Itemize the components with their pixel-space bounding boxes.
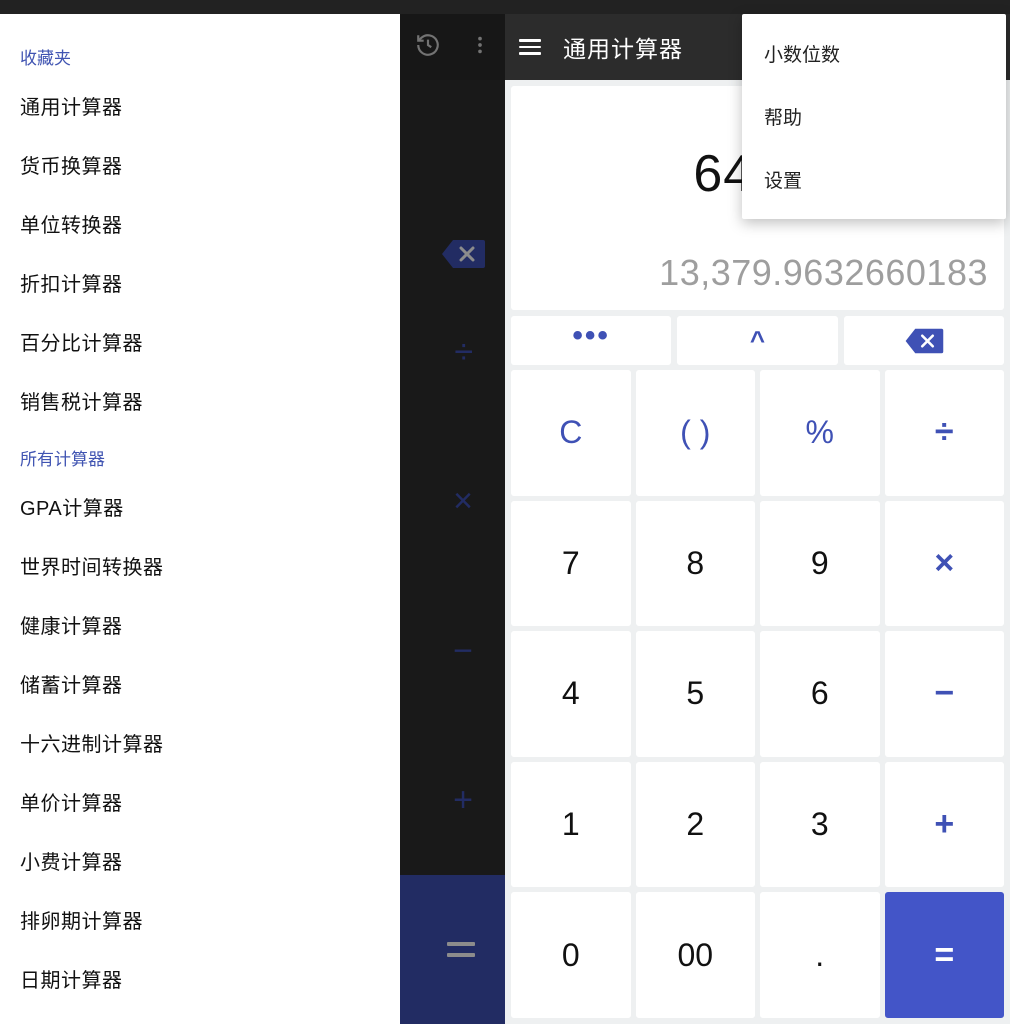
all-calcs-header: 所有计算器 [20, 445, 380, 470]
menu-item-decimals[interactable]: 小数位数 [742, 22, 1006, 85]
history-icon [415, 32, 441, 63]
overflow-menu: 小数位数 帮助 设置 [742, 14, 1006, 219]
result-value: 13,379.9632660183 [659, 252, 988, 294]
equals-key-dimmed [400, 875, 505, 1024]
key-clear[interactable]: C [511, 370, 631, 496]
key-2[interactable]: 2 [636, 762, 756, 888]
navigation-drawer: 收藏夹 通用计算器 货币换算器 单位转换器 折扣计算器 百分比计算器 销售税计算… [0, 14, 400, 1024]
drawer-item[interactable]: 销售税计算器 [20, 386, 380, 415]
drawer-item[interactable]: 单价计算器 [20, 787, 380, 816]
key-3[interactable]: 3 [760, 762, 880, 888]
status-bar [0, 0, 505, 14]
status-bar [505, 0, 1010, 14]
key-6[interactable]: 6 [760, 631, 880, 757]
drawer-item[interactable]: 储蓄计算器 [20, 669, 380, 698]
more-functions-button[interactable]: ••• [511, 316, 671, 365]
key-1[interactable]: 1 [511, 762, 631, 888]
minus-key-dimmed: − [400, 577, 505, 726]
drawer-item[interactable]: 通用计算器 [20, 91, 380, 120]
key-percent[interactable]: % [760, 370, 880, 496]
key-multiply[interactable]: × [885, 501, 1005, 627]
key-9[interactable]: 9 [760, 501, 880, 627]
menu-item-help[interactable]: 帮助 [742, 85, 1006, 148]
key-7[interactable]: 7 [511, 501, 631, 627]
drawer-item[interactable]: 折扣计算器 [20, 268, 380, 297]
key-equals[interactable]: = [885, 892, 1005, 1018]
menu-item-settings[interactable]: 设置 [742, 148, 1006, 211]
backdrop-dimmed-app: ÷ × − + [400, 14, 505, 1024]
more-vert-icon [469, 34, 491, 61]
key-paren[interactable]: ( ) [636, 370, 756, 496]
drawer-item[interactable]: 小费计算器 [20, 846, 380, 875]
right-screenshot: 通用计算器 643×√ (433) 13,379.9632660183 ••• … [505, 0, 1010, 1024]
drawer-item[interactable]: 排卵期计算器 [20, 905, 380, 934]
key-00[interactable]: 00 [636, 892, 756, 1018]
keypad: C ( ) % ÷ 7 8 9 × 4 5 6 − 1 2 3 + 0 00 .… [511, 370, 1004, 1018]
key-dot[interactable]: . [760, 892, 880, 1018]
power-button[interactable]: ^ [677, 316, 837, 365]
drawer-item[interactable]: GPA计算器 [20, 492, 380, 521]
key-8[interactable]: 8 [636, 501, 756, 627]
backspace-button[interactable] [844, 316, 1004, 365]
drawer-item[interactable]: 百分比计算器 [20, 327, 380, 356]
drawer-item[interactable]: 日期计算器 [20, 964, 380, 993]
drawer-item[interactable]: 健康计算器 [20, 610, 380, 639]
drawer-item[interactable]: 货币换算器 [20, 150, 380, 179]
key-5[interactable]: 5 [636, 631, 756, 757]
backspace-key-dimmed [400, 229, 505, 278]
drawer-item[interactable]: 世界时间转换器 [20, 551, 380, 580]
hamburger-icon[interactable] [519, 35, 541, 59]
key-4[interactable]: 4 [511, 631, 631, 757]
multiply-key-dimmed: × [400, 427, 505, 576]
drawer-item[interactable]: 十六进制计算器 [20, 728, 380, 757]
key-divide[interactable]: ÷ [885, 370, 1005, 496]
drawer-item[interactable]: 单位转换器 [20, 209, 380, 238]
key-plus[interactable]: + [885, 762, 1005, 888]
key-0[interactable]: 0 [511, 892, 631, 1018]
function-row: ••• ^ [511, 316, 1004, 365]
plus-key-dimmed: + [400, 726, 505, 875]
favorites-header: 收藏夹 [20, 44, 380, 69]
left-screenshot: ÷ × − + 收藏夹 通用计算器 货币换算器 单位转换器 折扣计算器 百分比计… [0, 0, 505, 1024]
key-minus[interactable]: − [885, 631, 1005, 757]
divide-key-dimmed: ÷ [400, 278, 505, 427]
